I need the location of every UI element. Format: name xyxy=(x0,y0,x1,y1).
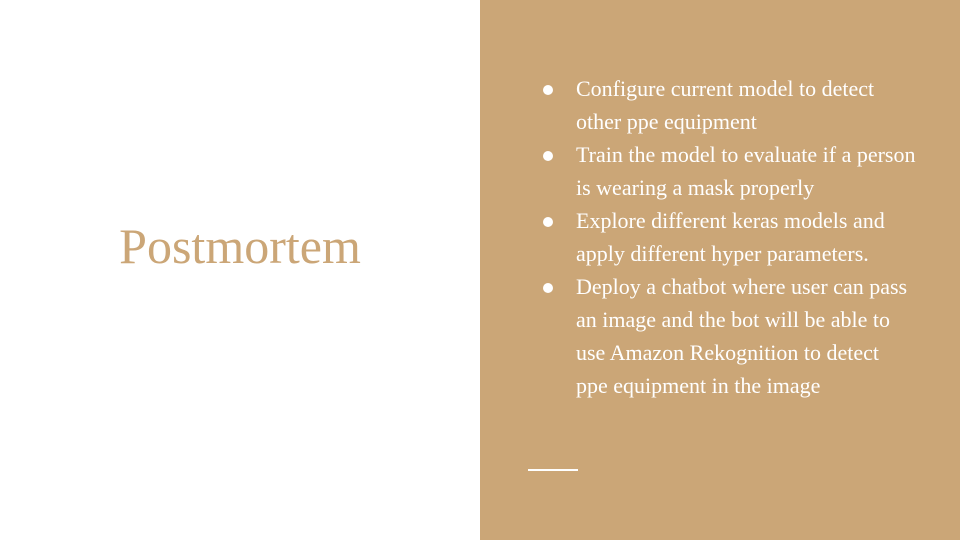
bullet-text: Deploy a chatbot where user can pass an … xyxy=(576,274,908,398)
right-panel: Configure current model to detect other … xyxy=(480,0,960,540)
bullet-item: Train the model to evaluate if a person … xyxy=(536,138,916,204)
underline-rule xyxy=(528,469,578,471)
bullet-dot-icon xyxy=(543,217,553,227)
bullet-dot-icon xyxy=(543,85,553,95)
slide: Postmortem Configure current model to de… xyxy=(0,0,960,540)
bullet-text: Configure current model to detect other … xyxy=(576,76,875,134)
bullet-dot-icon xyxy=(543,283,553,293)
bullet-list: Configure current model to detect other … xyxy=(536,72,916,402)
left-panel: Postmortem xyxy=(0,0,480,540)
slide-title: Postmortem xyxy=(119,218,361,274)
bullet-text: Explore different keras models and apply… xyxy=(576,208,885,266)
bullet-item: Deploy a chatbot where user can pass an … xyxy=(536,270,916,402)
bullet-item: Explore different keras models and apply… xyxy=(536,204,916,270)
bullet-dot-icon xyxy=(543,151,553,161)
bullet-item: Configure current model to detect other … xyxy=(536,72,916,138)
bullet-text: Train the model to evaluate if a person … xyxy=(576,142,916,200)
